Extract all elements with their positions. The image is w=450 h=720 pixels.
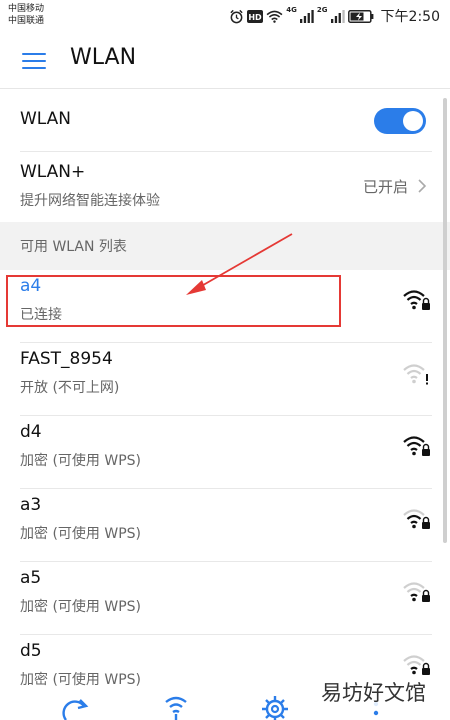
wps-icon[interactable] (160, 694, 192, 720)
settings-gear-icon[interactable] (260, 694, 290, 720)
annotation-arrow (186, 233, 293, 295)
watermark: 易坊好文馆 (317, 677, 430, 707)
refresh-icon[interactable] (60, 694, 92, 720)
scrollbar[interactable] (443, 98, 447, 543)
